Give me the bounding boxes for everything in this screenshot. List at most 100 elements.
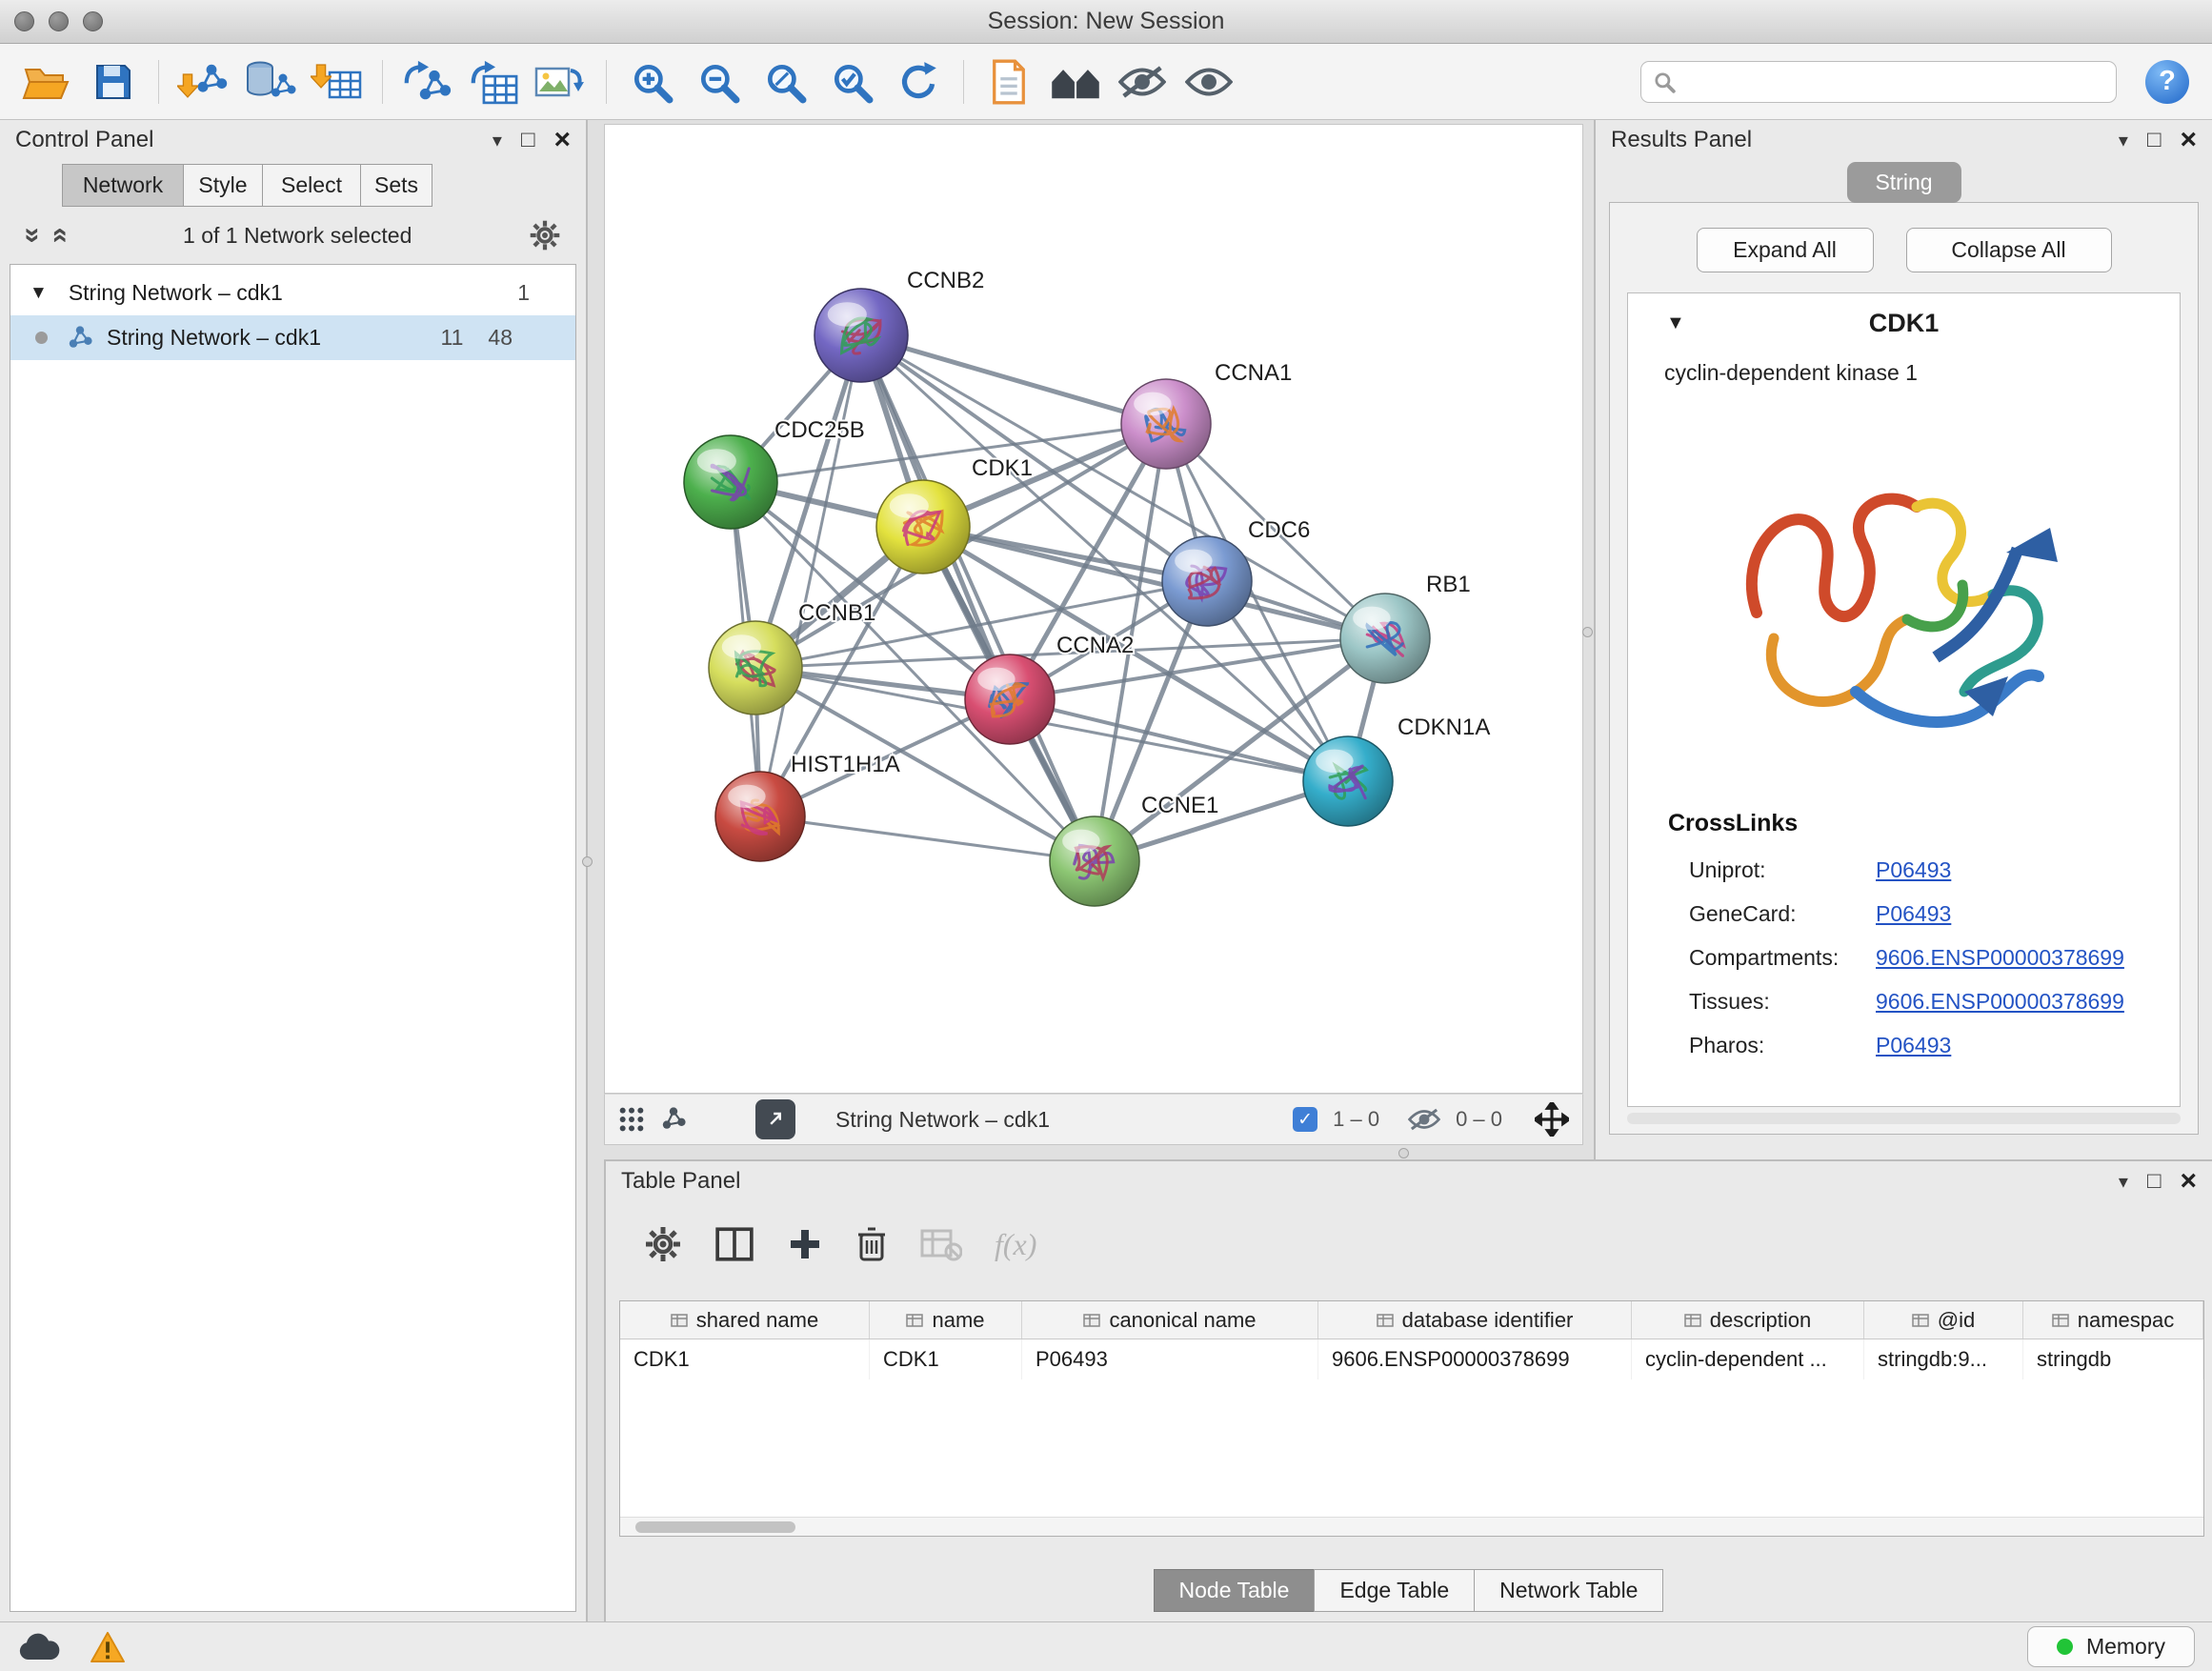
cell-namespace[interactable]: stringdb bbox=[2023, 1339, 2203, 1379]
crosslink-pharos-link[interactable]: P06493 bbox=[1876, 1033, 1951, 1058]
zoom-selected-button[interactable] bbox=[822, 54, 881, 110]
first-neighbors-button[interactable] bbox=[1046, 54, 1105, 110]
crosslink-label: Pharos: bbox=[1689, 1033, 1876, 1058]
table-settings-button[interactable] bbox=[644, 1225, 682, 1263]
column-header-shared-name[interactable]: shared name bbox=[620, 1301, 870, 1339]
edge-CCNB2-HIST1H1A[interactable] bbox=[760, 335, 861, 816]
cell-canonical-name[interactable]: P06493 bbox=[1022, 1339, 1318, 1379]
save-session-button[interactable] bbox=[84, 54, 143, 110]
tab-edge-table[interactable]: Edge Table bbox=[1314, 1569, 1475, 1612]
node-CDK1[interactable]: CDK1 bbox=[876, 455, 1033, 574]
collapse-all-button[interactable]: Collapse All bbox=[1906, 228, 2112, 272]
tab-select[interactable]: Select bbox=[262, 164, 361, 207]
node-CDC6[interactable]: CDC6 bbox=[1162, 517, 1310, 626]
node-HIST1H1A[interactable]: HIST1H1A bbox=[715, 752, 900, 861]
column-header-name[interactable]: name bbox=[870, 1301, 1022, 1339]
edge-HIST1H1A-CCNE1[interactable] bbox=[760, 816, 1095, 861]
splitter-grip[interactable] bbox=[1398, 1148, 1409, 1158]
panel-close-icon[interactable]: × bbox=[2180, 1167, 2197, 1196]
delete-column-button[interactable] bbox=[855, 1225, 888, 1263]
hidden-eye-slash-icon[interactable] bbox=[1408, 1108, 1440, 1131]
search-input[interactable] bbox=[1685, 70, 2104, 94]
import-network-from-database-button[interactable] bbox=[241, 54, 300, 110]
splitter-grip[interactable] bbox=[1582, 627, 1593, 637]
node-RB1[interactable]: RB1 bbox=[1340, 572, 1471, 683]
column-icon bbox=[1684, 1314, 1701, 1327]
grid-view-icon[interactable] bbox=[618, 1106, 645, 1133]
tab-node-table[interactable]: Node Table bbox=[1154, 1569, 1316, 1612]
panel-float-icon[interactable]: □ bbox=[2147, 129, 2162, 151]
crosslink-uniprot-link[interactable]: P06493 bbox=[1876, 857, 1951, 883]
node-CDKN1A[interactable]: CDKN1A bbox=[1303, 715, 1490, 826]
network-view-canvas[interactable]: CCNB2CCNA1CDC25BCDK1CDC6RB1CCNB1CCNA2CDK… bbox=[604, 124, 1583, 1094]
show-all-button[interactable] bbox=[1179, 54, 1238, 110]
tab-network-table[interactable]: Network Table bbox=[1474, 1569, 1663, 1612]
zoom-out-button[interactable] bbox=[689, 54, 748, 110]
export-document-button[interactable] bbox=[979, 54, 1038, 110]
open-session-button[interactable] bbox=[17, 54, 76, 110]
panel-menu-icon[interactable]: ▾ bbox=[2119, 129, 2128, 152]
node-CCNE1[interactable]: CCNE1 bbox=[1050, 793, 1218, 906]
crosslink-compartments-link[interactable]: 9606.ENSP00000378699 bbox=[1876, 945, 2124, 971]
cloud-status-icon[interactable] bbox=[17, 1633, 61, 1661]
column-header-description[interactable]: description bbox=[1632, 1301, 1864, 1339]
panel-close-icon[interactable]: × bbox=[553, 126, 571, 154]
cell-name[interactable]: CDK1 bbox=[870, 1339, 1022, 1379]
cell-database-identifier[interactable]: 9606.ENSP00000378699 bbox=[1318, 1339, 1632, 1379]
column-header-database-identifier[interactable]: database identifier bbox=[1318, 1301, 1632, 1339]
cell-description[interactable]: cyclin-dependent ... bbox=[1632, 1339, 1864, 1379]
column-header-id[interactable]: @id bbox=[1864, 1301, 2023, 1339]
tab-sets[interactable]: Sets bbox=[360, 164, 432, 207]
panel-float-icon[interactable]: □ bbox=[521, 129, 535, 151]
import-network-from-file-button[interactable] bbox=[174, 54, 233, 110]
selected-counter: 1 – 0 bbox=[1333, 1107, 1379, 1132]
memory-button[interactable]: Memory bbox=[2027, 1626, 2195, 1667]
cell-shared-name[interactable]: CDK1 bbox=[620, 1339, 870, 1379]
warning-icon[interactable] bbox=[90, 1631, 126, 1663]
network-row-selected[interactable]: String Network – cdk1 11 48 bbox=[10, 315, 575, 360]
apply-layout-button[interactable] bbox=[889, 54, 948, 110]
zoom-fit-button[interactable] bbox=[755, 54, 814, 110]
panel-menu-icon[interactable]: ▾ bbox=[493, 129, 502, 152]
zoom-in-button[interactable] bbox=[622, 54, 681, 110]
table-row[interactable]: CDK1 CDK1 P06493 9606.ENSP00000378699 cy… bbox=[620, 1339, 2203, 1379]
search-field[interactable] bbox=[1640, 61, 2117, 103]
tab-string[interactable]: String bbox=[1846, 162, 1961, 203]
results-scrollbar[interactable] bbox=[1627, 1113, 2181, 1124]
help-button[interactable]: ? bbox=[2145, 60, 2189, 104]
import-table-from-file-button[interactable] bbox=[308, 54, 367, 110]
tab-network[interactable]: Network bbox=[62, 164, 184, 207]
node-CDC25B[interactable]: CDC25B bbox=[684, 417, 865, 529]
show-columns-button[interactable] bbox=[714, 1226, 754, 1262]
selected-checkbox-icon[interactable]: ✓ bbox=[1293, 1107, 1317, 1132]
column-header-canonical-name[interactable]: canonical name bbox=[1022, 1301, 1318, 1339]
expand-all-button[interactable]: Expand All bbox=[1697, 228, 1874, 272]
hide-selected-button[interactable] bbox=[1113, 54, 1172, 110]
network-collection-row[interactable]: ▼ String Network – cdk1 1 bbox=[10, 271, 575, 315]
panel-menu-icon[interactable]: ▾ bbox=[2119, 1170, 2128, 1194]
network-options-gear-icon[interactable] bbox=[529, 219, 561, 252]
new-network-from-selection-button[interactable] bbox=[398, 54, 457, 110]
table-horizontal-scrollbar[interactable] bbox=[620, 1517, 2203, 1536]
export-table-button[interactable] bbox=[465, 54, 524, 110]
scrollbar-thumb[interactable] bbox=[635, 1521, 795, 1533]
panel-float-icon[interactable]: □ bbox=[2147, 1170, 2162, 1193]
gene-section-header[interactable]: ▼ CDK1 bbox=[1628, 293, 2180, 352]
cell-id[interactable]: stringdb:9... bbox=[1864, 1339, 2023, 1379]
create-column-button[interactable] bbox=[787, 1226, 823, 1262]
section-expander-icon[interactable]: ▼ bbox=[1666, 312, 1685, 334]
pan-move-icon[interactable] bbox=[1535, 1102, 1569, 1137]
export-image-button[interactable] bbox=[532, 54, 591, 110]
panel-close-icon[interactable]: × bbox=[2180, 126, 2197, 154]
edge-CCNB2-CCNE1[interactable] bbox=[861, 335, 1095, 861]
network-share-icon[interactable] bbox=[660, 1106, 687, 1133]
tab-style[interactable]: Style bbox=[183, 164, 263, 207]
crosslink-genecard-link[interactable]: P06493 bbox=[1876, 901, 1951, 927]
tree-expander-icon[interactable]: ▼ bbox=[30, 283, 48, 304]
column-header-namespace[interactable]: namespac bbox=[2023, 1301, 2203, 1339]
node-CCNA1[interactable]: CCNA1 bbox=[1121, 360, 1292, 469]
crosslink-tissues-link[interactable]: 9606.ENSP00000378699 bbox=[1876, 989, 2124, 1015]
splitter-grip[interactable] bbox=[582, 856, 593, 867]
edge-CCNB2-CCNA1[interactable] bbox=[861, 335, 1166, 424]
birdseye-view-toggle[interactable] bbox=[755, 1099, 795, 1139]
